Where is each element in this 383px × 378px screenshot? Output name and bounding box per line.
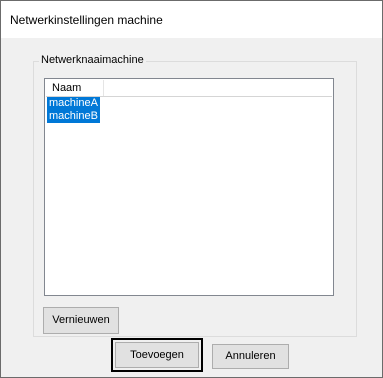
add-button[interactable]: Toevoegen [115, 342, 199, 368]
column-separator[interactable] [103, 80, 104, 96]
network-settings-dialog: Netwerkinstellingen machine Netwerknaaim… [0, 0, 383, 378]
cancel-button[interactable]: Annuleren [212, 344, 289, 369]
machine-list[interactable]: Naam machineA machineB [44, 78, 334, 296]
window-title: Netwerkinstellingen machine [10, 13, 163, 27]
list-item-machine-b[interactable]: machineB [47, 110, 100, 123]
refresh-button[interactable]: Vernieuwen [43, 307, 119, 334]
groupbox-label: Netwerknaaimachine [39, 54, 146, 66]
title-bar[interactable]: Netwerkinstellingen machine [1, 1, 382, 38]
list-header[interactable]: Naam [46, 80, 332, 97]
column-header-name[interactable]: Naam [52, 82, 81, 94]
list-item-machine-a[interactable]: machineA [47, 97, 100, 110]
